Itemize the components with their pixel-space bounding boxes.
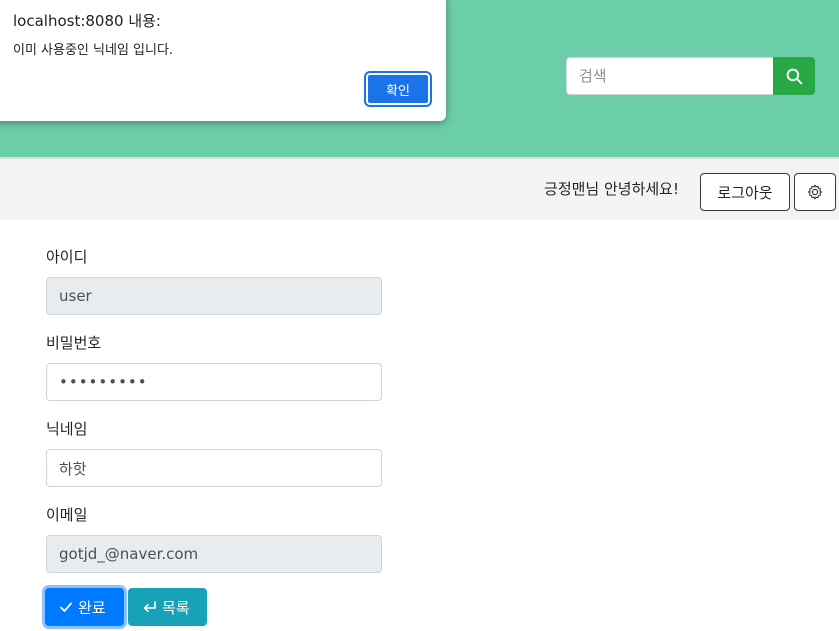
search-icon (786, 68, 802, 84)
done-label: 완료 (78, 598, 106, 617)
nickname-label: 닉네임 (46, 420, 88, 438)
settings-button[interactable] (794, 173, 836, 211)
check-icon (60, 602, 72, 612)
password-label: 비밀번호 (46, 334, 102, 352)
logout-button[interactable]: 로그아웃 (700, 173, 790, 211)
dialog-ok-button[interactable]: 확인 (364, 71, 432, 107)
search-button[interactable] (773, 57, 815, 95)
user-bar: 긍정맨님 안녕하세요! 로그아웃 (0, 157, 839, 220)
dialog-message: 이미 사용중인 닉네임 입니다. (13, 43, 174, 58)
form-actions: 완료 목록 (45, 588, 207, 626)
profile-form: 아이디 비밀번호 닉네임 이메일 (46, 246, 382, 590)
list-button[interactable]: 목록 (128, 588, 207, 626)
greeting-text: 긍정맨님 안녕하세요! (544, 180, 679, 198)
list-label: 목록 (162, 598, 190, 617)
id-label: 아이디 (46, 248, 88, 266)
nickname-field[interactable] (46, 449, 382, 487)
search-input[interactable] (566, 57, 773, 95)
email-label: 이메일 (46, 506, 88, 524)
dialog-title: localhost:8080 내용: (13, 12, 161, 30)
alert-dialog: localhost:8080 내용: 이미 사용중인 닉네임 입니다. 확인 (0, 0, 446, 121)
done-button[interactable]: 완료 (45, 588, 124, 626)
return-arrow-icon (143, 601, 156, 612)
id-field (46, 277, 382, 315)
email-field (46, 535, 382, 573)
gear-icon (807, 184, 823, 200)
password-field[interactable] (46, 363, 382, 401)
